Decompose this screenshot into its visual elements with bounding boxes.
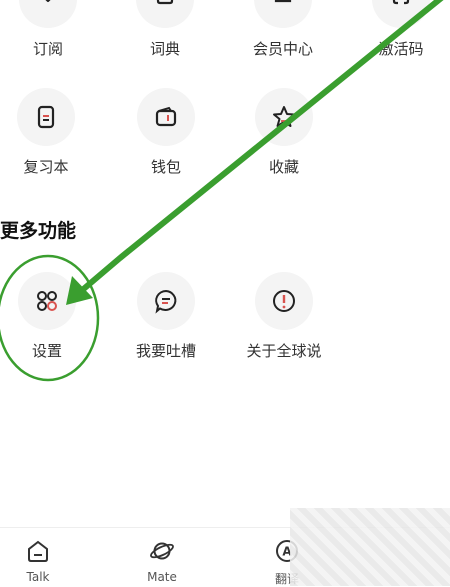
grid-item-subscribe[interactable]: 订阅 (0, 0, 103, 59)
grid-item-about[interactable]: 关于全球说 (229, 272, 339, 361)
grid-item-feedback[interactable]: 我要吐槽 (111, 272, 221, 361)
grid-item-member-center[interactable]: 会员中心 (228, 0, 338, 59)
grid-item-label: 复习本 (23, 158, 69, 176)
subscribe-icon (19, 0, 77, 28)
tab-label: Talk (26, 570, 50, 584)
grid-item-review-book[interactable]: 复习本 (0, 88, 101, 177)
activation-code-icon (372, 0, 430, 28)
member-center-icon (254, 0, 312, 28)
grid-item-label: 我要吐槽 (135, 342, 196, 360)
grid-item-label: 会员中心 (252, 40, 313, 58)
tab-mate[interactable]: Mate (122, 538, 202, 584)
grid-item-label: 钱包 (150, 158, 181, 176)
wallet-icon (137, 88, 195, 146)
grid-item-label: 关于全球说 (246, 342, 322, 360)
feedback-icon (137, 272, 195, 330)
tab-talk[interactable]: Talk (0, 538, 78, 584)
grid-item-wallet[interactable]: 钱包 (111, 88, 221, 177)
talk-icon (28, 540, 48, 562)
settings-icon (18, 272, 76, 330)
bottom-tab-bar: Talk Mate A 翻译 (0, 508, 450, 586)
star-icon (255, 88, 313, 146)
grid-item-label: 收藏 (268, 158, 299, 176)
tab-label: Mate (147, 570, 177, 584)
planet-icon (150, 542, 174, 560)
blurred-watermark (290, 508, 450, 586)
grid-item-label: 激活码 (378, 40, 424, 58)
grid-item-settings[interactable]: 设置 (0, 272, 102, 361)
dictionary-icon (136, 0, 194, 28)
grid-item-dictionary[interactable]: 词典 (110, 0, 220, 59)
grid-item-favorites[interactable]: 收藏 (229, 88, 339, 177)
about-icon (255, 272, 313, 330)
grid-item-label: 设置 (31, 342, 62, 360)
grid-item-label: 词典 (149, 40, 180, 58)
review-book-icon (17, 88, 75, 146)
grid-item-activation-code[interactable]: 激活码 (346, 0, 450, 59)
grid-item-label: 订阅 (32, 40, 63, 58)
section-title: 更多功能 (0, 220, 77, 242)
